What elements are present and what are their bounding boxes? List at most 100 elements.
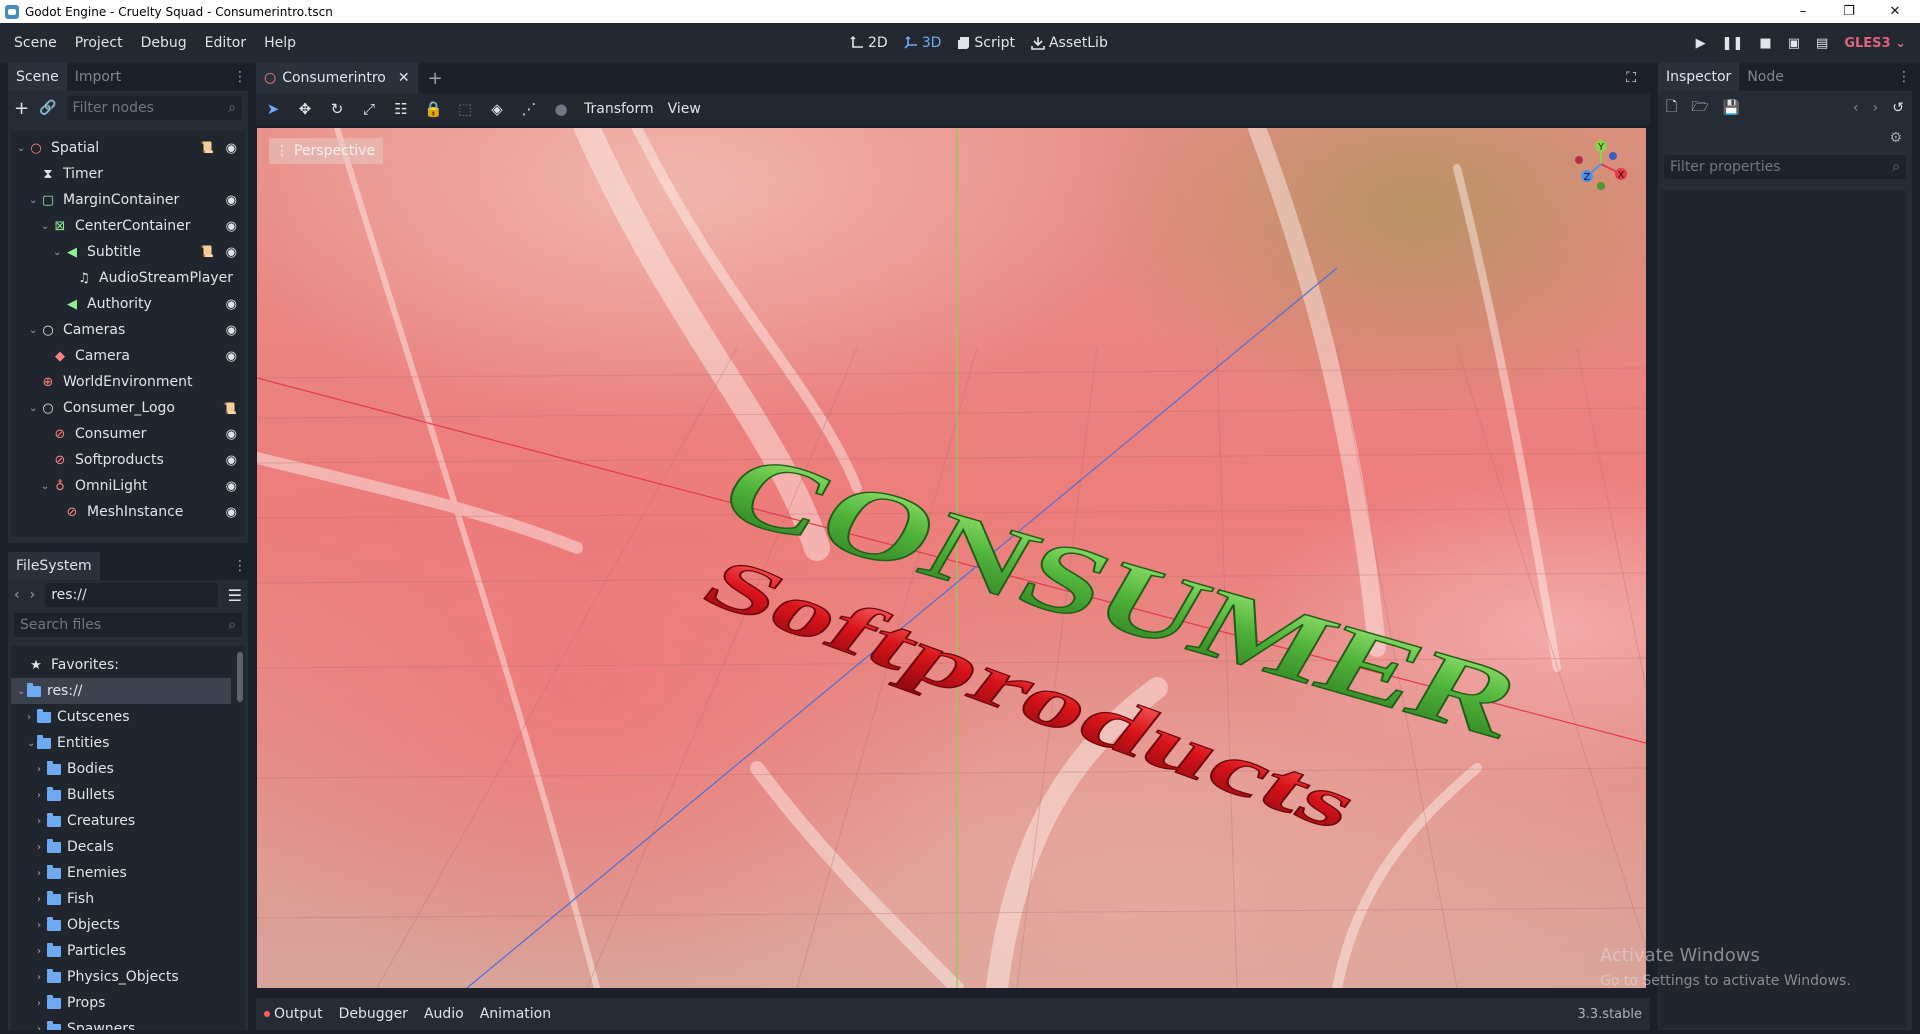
folder-item-entities[interactable]: ⌄ Entities xyxy=(11,730,245,756)
play-custom-scene-icon[interactable]: ▤ xyxy=(1816,36,1828,51)
scene-node-spatial[interactable]: ⌄ ○ Spatial 📜 ◉ xyxy=(11,135,245,161)
folder-item-cutscenes[interactable]: › Cutscenes xyxy=(11,704,245,730)
add-node-icon[interactable]: + xyxy=(14,98,29,119)
folder-item-spawners[interactable]: › Spawners xyxy=(11,1016,245,1030)
scene-node-centercontainer[interactable]: ⌄ ⊠ CenterContainer ◉ xyxy=(11,213,245,239)
view-menu[interactable]: View xyxy=(668,101,701,117)
mode-assetlib-button[interactable]: AssetLib xyxy=(1031,35,1108,51)
folder-item-bullets[interactable]: › Bullets xyxy=(11,782,245,808)
transform-menu[interactable]: Transform xyxy=(584,101,654,117)
filter-properties-input[interactable]: Filter properties ⌕ xyxy=(1664,155,1906,179)
scene-node-camera[interactable]: ◆ Camera ◉ xyxy=(11,343,245,369)
res-root-item[interactable]: ⌄ res:// xyxy=(11,678,231,704)
chevron-right-icon[interactable]: › xyxy=(27,712,37,723)
visibility-eye-icon[interactable]: ◉ xyxy=(226,453,237,468)
visibility-eye-icon[interactable]: ◉ xyxy=(226,479,237,494)
scene-node-subtitle[interactable]: ⌄ ◀ Subtitle 📜 ◉ xyxy=(11,239,245,265)
chevron-down-icon[interactable]: ⌄ xyxy=(29,403,39,414)
tab-scene[interactable]: Scene xyxy=(8,63,67,91)
scene-node-worldenvironment[interactable]: ⊕ WorldEnvironment xyxy=(11,369,245,395)
scene-node-consumer-logo[interactable]: ⌄ ○ Consumer_Logo 📜 xyxy=(11,395,245,421)
visibility-eye-icon[interactable]: ◉ xyxy=(226,427,237,442)
menu-help[interactable]: Help xyxy=(255,35,305,51)
tab-inspector[interactable]: Inspector xyxy=(1658,63,1740,91)
folder-item-decals[interactable]: › Decals xyxy=(11,834,245,860)
favorites-item[interactable]: ★ Favorites: xyxy=(11,652,245,678)
path-field[interactable]: res:// xyxy=(45,583,218,607)
scene-node-authority[interactable]: ◀ Authority ◉ xyxy=(11,291,245,317)
close-window-button[interactable]: ✕ xyxy=(1872,0,1918,23)
scene-node-timer[interactable]: ⧗ Timer xyxy=(11,161,245,187)
folder-item-creatures[interactable]: › Creatures xyxy=(11,808,245,834)
tab-import[interactable]: Import xyxy=(67,63,129,91)
chevron-right-icon[interactable]: › xyxy=(37,998,47,1009)
forward-icon[interactable]: › xyxy=(30,587,36,603)
filter-nodes-input[interactable]: Filter nodes ⌕ xyxy=(66,96,242,120)
play-scene-icon[interactable]: ▣ xyxy=(1788,36,1800,51)
chevron-right-icon[interactable]: › xyxy=(37,842,47,853)
scene-node-cameras[interactable]: ⌄ ○ Cameras ◉ xyxy=(11,317,245,343)
chevron-right-icon[interactable]: › xyxy=(37,816,47,827)
visibility-eye-icon[interactable]: ◉ xyxy=(226,349,237,364)
folder-item-particles[interactable]: › Particles xyxy=(11,938,245,964)
new-resource-icon[interactable]: 🗋 xyxy=(1666,96,1677,120)
chevron-down-icon[interactable]: ⌄ xyxy=(27,738,37,749)
tab-node[interactable]: Node xyxy=(1739,63,1792,91)
visibility-eye-icon[interactable]: ◉ xyxy=(226,323,237,338)
folder-item-objects[interactable]: › Objects xyxy=(11,912,245,938)
visibility-eye-icon[interactable]: ◉ xyxy=(226,141,237,156)
chevron-right-icon[interactable]: › xyxy=(37,972,47,983)
visibility-eye-icon[interactable]: ◉ xyxy=(226,193,237,208)
perspective-menu-button[interactable]: ⋮ Perspective xyxy=(269,138,384,164)
inspector-menu-icon[interactable]: ⋮ xyxy=(1896,63,1912,91)
play-icon[interactable]: ▶ xyxy=(1696,36,1706,51)
snap-icon[interactable]: ⋰ xyxy=(520,100,538,118)
visibility-eye-icon[interactable]: ◉ xyxy=(226,219,237,234)
tab-debugger[interactable]: Debugger xyxy=(331,1006,416,1022)
menu-editor[interactable]: Editor xyxy=(196,35,255,51)
script-icon[interactable]: 📜 xyxy=(223,402,237,415)
history-back-icon[interactable]: ‹ xyxy=(1853,100,1859,116)
folder-item-enemies[interactable]: › Enemies xyxy=(11,860,245,886)
scene-node-margincontainer[interactable]: ⌄ ▢ MarginContainer ◉ xyxy=(11,187,245,213)
scene-dock-menu-icon[interactable]: ⋮ xyxy=(232,63,248,91)
chevron-down-icon[interactable]: ⌄ xyxy=(41,221,51,232)
scene-node-audiostreamplayer[interactable]: ♫ AudioStreamPlayer xyxy=(11,265,245,291)
search-files-input[interactable]: Search files ⌕ xyxy=(14,613,242,637)
chevron-right-icon[interactable]: › xyxy=(37,1024,47,1031)
lock-icon[interactable]: 🔒 xyxy=(424,100,443,118)
tab-audio[interactable]: Audio xyxy=(416,1006,472,1022)
restore-button[interactable]: ❐ xyxy=(1826,0,1872,23)
rotate-tool-icon[interactable]: ↻ xyxy=(328,100,346,118)
tab-animation[interactable]: Animation xyxy=(472,1006,559,1022)
chevron-right-icon[interactable]: › xyxy=(37,946,47,957)
local-space-icon[interactable]: ◈ xyxy=(488,100,506,118)
mode-3d-button[interactable]: 3D xyxy=(904,35,941,51)
move-tool-icon[interactable]: ✥ xyxy=(296,100,314,118)
stop-icon[interactable]: ■ xyxy=(1759,36,1771,51)
scale-tool-icon[interactable]: ⤢ xyxy=(360,100,378,118)
chevron-down-icon[interactable]: ⌄ xyxy=(29,195,39,206)
folder-item-physics-objects[interactable]: › Physics_Objects xyxy=(11,964,245,990)
tab-output[interactable]: Output xyxy=(256,1006,331,1022)
script-icon[interactable]: 📜 xyxy=(200,141,214,156)
chevron-right-icon[interactable]: › xyxy=(37,764,47,775)
chevron-right-icon[interactable]: › xyxy=(37,894,47,905)
scene-node-consumer[interactable]: ⊘ Consumer ◉ xyxy=(11,421,245,447)
group-icon[interactable]: ⬚ xyxy=(456,100,474,118)
back-icon[interactable]: ‹ xyxy=(14,587,20,603)
folder-item-fish[interactable]: › Fish xyxy=(11,886,245,912)
mode-script-button[interactable]: Script xyxy=(957,35,1015,51)
pause-icon[interactable]: ❚❚ xyxy=(1722,36,1744,51)
history-icon[interactable]: ↺ xyxy=(1892,100,1904,116)
menu-scene[interactable]: Scene xyxy=(0,35,66,51)
chevron-right-icon[interactable]: › xyxy=(37,868,47,879)
3d-viewport[interactable]: Softproducts CONSUMER ⋮ Perspective Y X … xyxy=(257,128,1646,988)
visibility-eye-icon[interactable]: ◉ xyxy=(226,505,237,520)
tab-filesystem[interactable]: FileSystem xyxy=(8,552,100,580)
menu-project[interactable]: Project xyxy=(66,35,132,51)
renderer-selector[interactable]: GLES3 ⌄ xyxy=(1844,36,1906,51)
minimize-button[interactable]: – xyxy=(1780,0,1826,23)
select-tool-icon[interactable]: ➤ xyxy=(264,100,282,118)
script-icon[interactable]: 📜 xyxy=(200,245,214,260)
